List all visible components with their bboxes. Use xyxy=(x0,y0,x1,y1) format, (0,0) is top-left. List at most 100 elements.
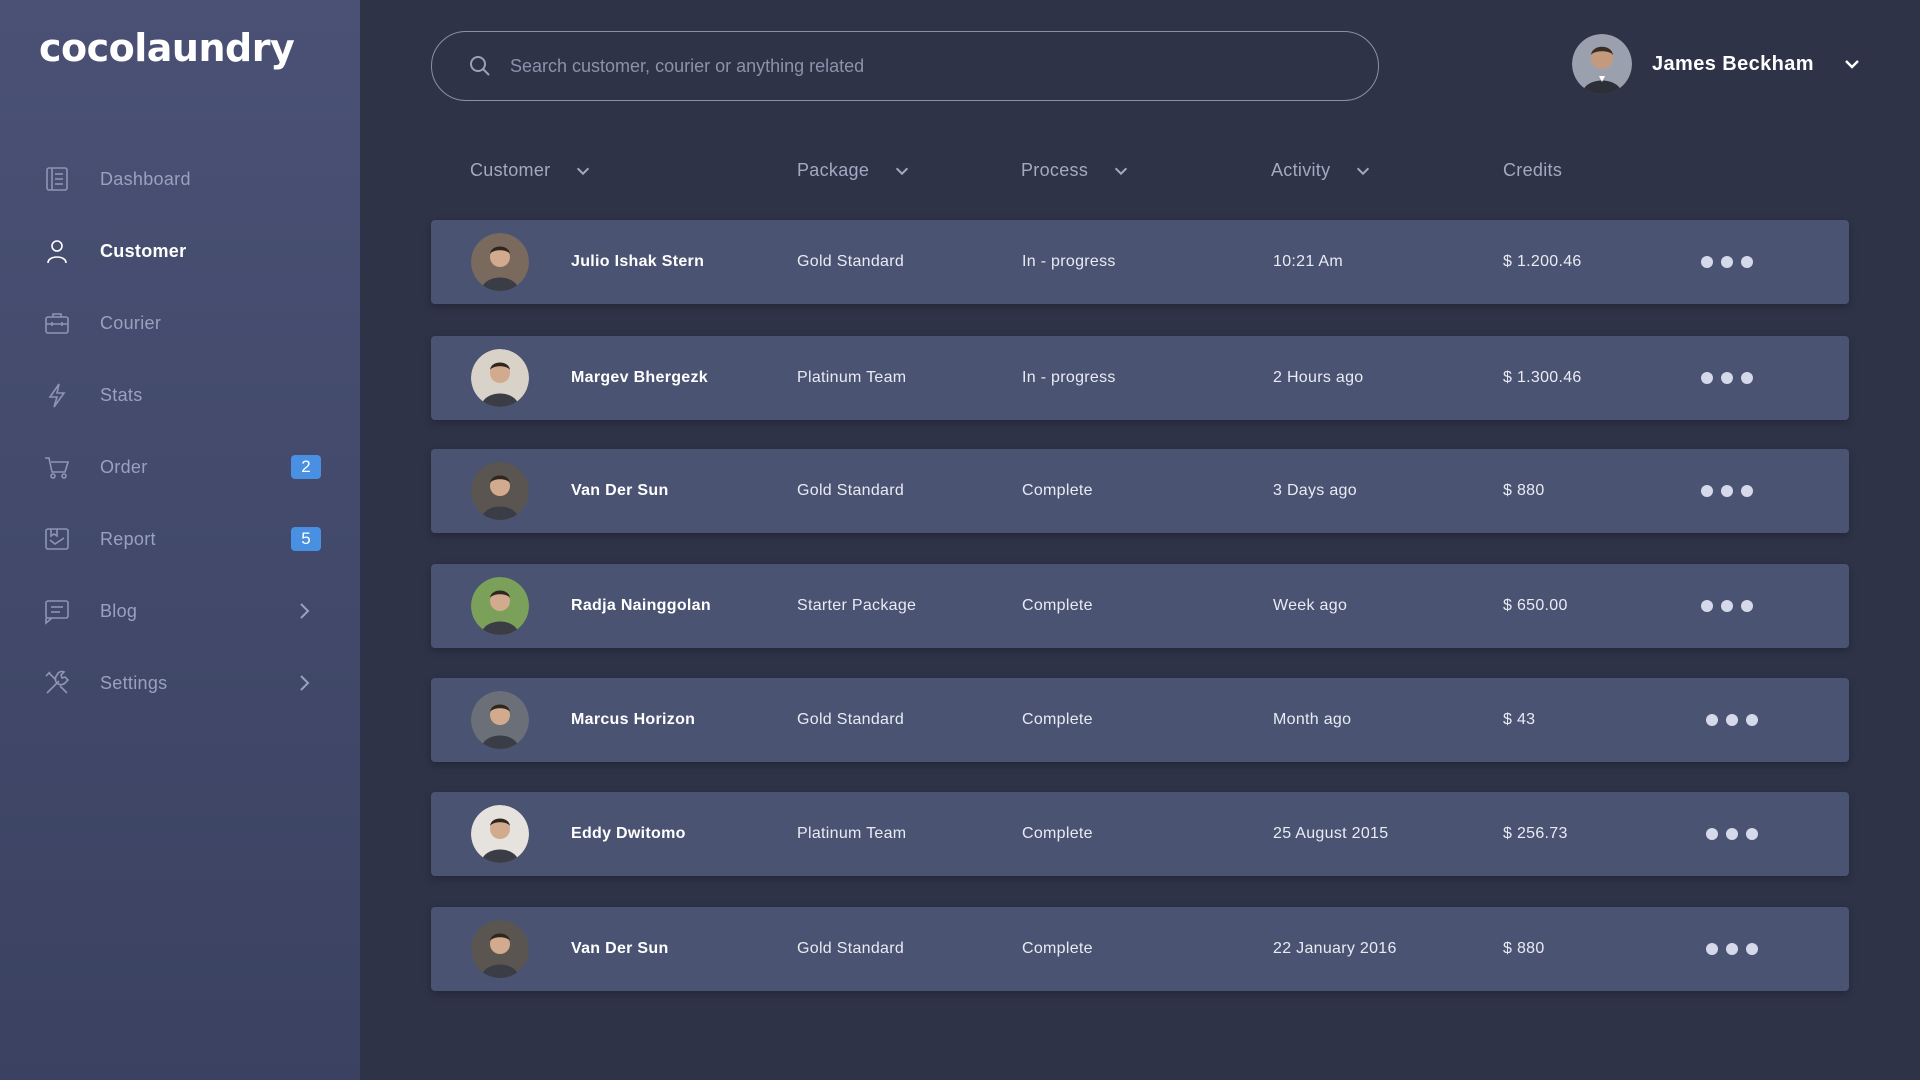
chevron-down-icon xyxy=(1115,167,1128,175)
customer-avatar xyxy=(471,462,529,520)
more-dots-icon xyxy=(1701,372,1753,384)
credits: $ 880 xyxy=(1503,482,1545,499)
package: Gold Standard xyxy=(797,482,905,499)
sidebar-item-label: Report xyxy=(100,528,156,549)
chevron-down-icon xyxy=(1357,167,1370,175)
credits: $ 43 xyxy=(1503,711,1536,728)
more-options-button[interactable] xyxy=(1706,678,1758,762)
blog-icon xyxy=(42,596,72,626)
sidebar-item-label: Order xyxy=(100,456,148,477)
package: Platinum Team xyxy=(797,369,907,386)
table-header: Customer Package Process Activity Credit… xyxy=(431,160,1849,190)
more-dots-icon xyxy=(1701,485,1753,497)
cart-icon xyxy=(42,452,72,482)
more-options-button[interactable] xyxy=(1701,564,1753,648)
avatar[interactable] xyxy=(1572,34,1632,94)
customer-name[interactable]: Van Der Sun xyxy=(571,449,669,533)
credits: $ 880 xyxy=(1503,940,1545,957)
process-status: In - progress xyxy=(1022,253,1116,270)
chevron-down-icon[interactable] xyxy=(1842,54,1862,74)
package: Starter Package xyxy=(797,597,917,614)
search-bar[interactable] xyxy=(431,31,1379,101)
more-options-button[interactable] xyxy=(1701,220,1753,304)
customer-name[interactable]: Eddy Dwitomo xyxy=(571,792,686,876)
customer-name[interactable]: Margev Bhergezk xyxy=(571,336,708,420)
more-options-button[interactable] xyxy=(1701,449,1753,533)
user-menu[interactable]: James Beckham xyxy=(1572,33,1862,95)
customer-avatar xyxy=(471,691,529,749)
chevron-right-icon[interactable] xyxy=(292,671,316,695)
customer-name[interactable]: Van Der Sun xyxy=(571,907,669,991)
process-status: Complete xyxy=(1022,940,1093,957)
process-status: Complete xyxy=(1022,482,1093,499)
more-options-button[interactable] xyxy=(1706,792,1758,876)
activity: 10:21 Am xyxy=(1273,253,1344,270)
customer-name[interactable]: Radja Nainggolan xyxy=(571,564,711,648)
user-icon xyxy=(42,236,72,266)
sidebar-item-label: Dashboard xyxy=(100,168,191,189)
package: Gold Standard xyxy=(797,940,905,957)
table-row[interactable]: Eddy Dwitomo Platinum Team Complete 25 A… xyxy=(431,792,1849,876)
sidebar-item-label: Blog xyxy=(100,600,138,621)
customer-avatar xyxy=(471,920,529,978)
sidebar-item-label: Courier xyxy=(100,312,162,333)
more-dots-icon xyxy=(1701,256,1753,268)
chevron-right-icon[interactable] xyxy=(292,599,316,623)
sidebar-item-report[interactable]: Report 5 xyxy=(0,503,360,575)
more-options-button[interactable] xyxy=(1706,907,1758,991)
activity: 2 Hours ago xyxy=(1273,369,1364,386)
briefcase-icon xyxy=(42,308,72,338)
table-row[interactable]: Van Der Sun Gold Standard Complete 3 Day… xyxy=(431,449,1849,533)
search-input[interactable] xyxy=(510,46,1330,86)
table-row[interactable]: Marcus Horizon Gold Standard Complete Mo… xyxy=(431,678,1849,762)
credits: $ 1.200.46 xyxy=(1503,253,1582,270)
more-options-button[interactable] xyxy=(1701,336,1753,420)
package: Gold Standard xyxy=(797,711,905,728)
package: Platinum Team xyxy=(797,825,907,842)
column-header-activity[interactable]: Activity xyxy=(1271,160,1372,181)
table-row[interactable]: Radja Nainggolan Starter Package Complet… xyxy=(431,564,1849,648)
credits: $ 650.00 xyxy=(1503,597,1568,614)
column-header-package[interactable]: Package xyxy=(797,160,911,181)
table-row[interactable]: Julio Ishak Stern Gold Standard In - pro… xyxy=(431,220,1849,304)
table-row[interactable]: Margev Bhergezk Platinum Team In - progr… xyxy=(431,336,1849,420)
activity: 3 Days ago xyxy=(1273,482,1357,499)
customer-avatar xyxy=(471,349,529,407)
sidebar: cocolaundry Dashboard Customer Courier S… xyxy=(0,0,360,1080)
sidebar-item-stats[interactable]: Stats xyxy=(0,359,360,431)
table-row[interactable]: Van Der Sun Gold Standard Complete 22 Ja… xyxy=(431,907,1849,991)
sidebar-item-courier[interactable]: Courier xyxy=(0,287,360,359)
package: Gold Standard xyxy=(797,253,905,270)
credits: $ 1.300.46 xyxy=(1503,369,1582,386)
sidebar-item-settings[interactable]: Settings xyxy=(0,647,360,719)
process-status: In - progress xyxy=(1022,369,1116,386)
sidebar-item-dashboard[interactable]: Dashboard xyxy=(0,143,360,215)
more-dots-icon xyxy=(1701,600,1753,612)
app-logo[interactable]: cocolaundry xyxy=(39,26,295,70)
chevron-down-icon xyxy=(896,167,909,175)
customer-avatar xyxy=(471,233,529,291)
customer-avatar xyxy=(471,805,529,863)
customer-name[interactable]: Julio Ishak Stern xyxy=(571,220,704,304)
column-header-customer[interactable]: Customer xyxy=(470,160,592,181)
activity: Month ago xyxy=(1273,711,1352,728)
process-status: Complete xyxy=(1022,711,1093,728)
more-dots-icon xyxy=(1706,714,1758,726)
user-name: James Beckham xyxy=(1652,52,1814,75)
credits: $ 256.73 xyxy=(1503,825,1568,842)
sidebar-item-blog[interactable]: Blog xyxy=(0,575,360,647)
column-header-credits: Credits xyxy=(1503,160,1563,180)
activity: 25 August 2015 xyxy=(1273,825,1389,842)
customer-avatar xyxy=(471,577,529,635)
order-count-badge: 2 xyxy=(291,455,321,479)
customer-name[interactable]: Marcus Horizon xyxy=(571,678,695,762)
process-status: Complete xyxy=(1022,825,1093,842)
sidebar-item-order[interactable]: Order 2 xyxy=(0,431,360,503)
chevron-down-icon xyxy=(577,167,590,175)
activity: 22 January 2016 xyxy=(1273,940,1397,957)
report-icon xyxy=(42,524,72,554)
sidebar-item-customer[interactable]: Customer xyxy=(0,215,360,287)
column-header-process[interactable]: Process xyxy=(1021,160,1130,181)
sidebar-item-label: Stats xyxy=(100,384,143,405)
report-count-badge: 5 xyxy=(291,527,321,551)
